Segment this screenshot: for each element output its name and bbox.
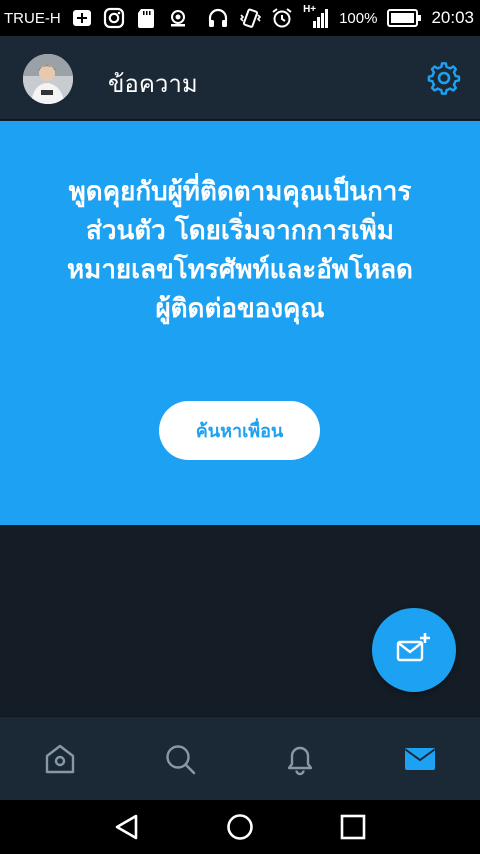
empty-state-message: พูดคุยกับผู้ที่ติดตามคุณเป็นการส่วนตัว โ… — [67, 177, 413, 324]
find-friends-button[interactable]: ค้นหาเพื่อน — [159, 401, 320, 460]
compose-message-icon — [396, 633, 430, 662]
battery-icon — [387, 9, 422, 27]
bell-icon — [287, 746, 313, 776]
clock: 20:03 — [431, 8, 474, 27]
profile-photo — [23, 54, 73, 104]
empty-state-banner: พูดคุยกับผู้ที่ติดตามคุณเป็นการส่วนตัว โ… — [0, 121, 480, 525]
tab-home[interactable] — [0, 717, 120, 801]
signal-indicator: H+ — [303, 4, 329, 29]
search-icon — [166, 745, 196, 775]
add-icon — [72, 10, 91, 26]
sd-card-icon — [137, 9, 154, 28]
system-nav-bar — [0, 800, 480, 854]
tab-messages[interactable] — [360, 717, 480, 801]
battery-percent: 100% — [339, 9, 378, 27]
vibrate-icon — [239, 8, 262, 28]
headphones-icon — [208, 8, 228, 27]
signal-icon — [313, 9, 329, 28]
carrier-label: TRUE-H — [4, 9, 61, 27]
bottom-tab-bar — [0, 716, 480, 800]
status-bar: TRUE-H H+ 100% 20:03 — [0, 0, 480, 36]
page-title: ข้อความ — [108, 70, 198, 98]
tab-search[interactable] — [120, 717, 240, 801]
back-icon[interactable] — [112, 812, 142, 842]
home-circle-icon[interactable] — [225, 812, 255, 842]
settings-gear-icon[interactable] — [427, 61, 461, 95]
mail-icon — [404, 748, 436, 770]
hotspot-icon — [170, 10, 185, 27]
tab-notifications[interactable] — [240, 717, 360, 801]
avatar[interactable] — [23, 54, 73, 104]
new-message-button[interactable] — [372, 608, 456, 692]
recents-icon[interactable] — [338, 812, 368, 842]
instagram-icon — [103, 7, 124, 29]
alarm-icon — [272, 8, 292, 28]
app-header: ข้อความ — [0, 36, 480, 120]
home-icon — [45, 744, 75, 774]
